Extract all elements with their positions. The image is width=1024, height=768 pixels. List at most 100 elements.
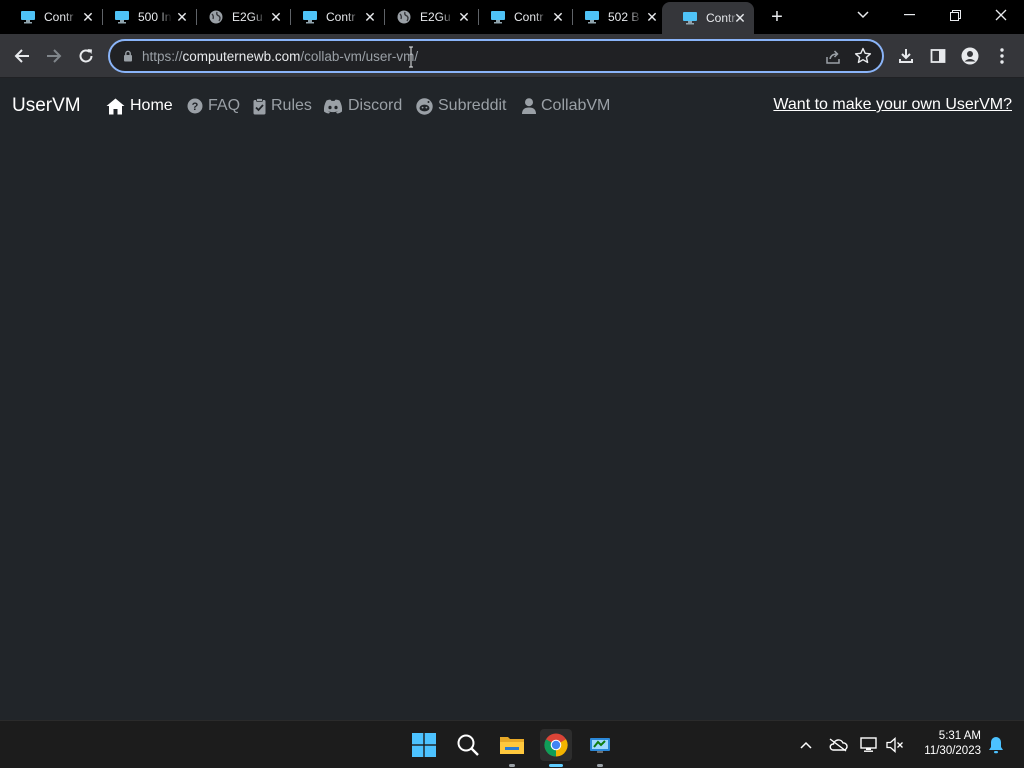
close-tab-icon[interactable]: ✕: [732, 10, 748, 26]
nav-discord[interactable]: Discord: [323, 95, 402, 117]
clock[interactable]: 5:31 AM 11/30/2023: [924, 729, 981, 759]
tab-strip: Contr ✕ 500 In ✕ E2Gu ✕ Contr ✕ E2Gu ✕ C…: [0, 0, 1024, 34]
make-own-uservm-link[interactable]: Want to make your own UserVM?: [773, 96, 1012, 114]
nav-subreddit-label: Subreddit: [438, 97, 507, 114]
browser-tab[interactable]: E2Gu ✕: [188, 0, 291, 34]
onedrive-tray[interactable]: [828, 735, 848, 755]
nav-rules[interactable]: Rules: [253, 95, 312, 117]
browser-tab[interactable]: 500 In ✕: [94, 0, 197, 34]
profile-button[interactable]: [956, 42, 984, 70]
tab-title: Contr: [514, 10, 544, 24]
volume-tray[interactable]: [885, 735, 905, 755]
clock-time: 5:31 AM: [938, 730, 981, 742]
start-button[interactable]: [408, 729, 440, 761]
clipboard-check-icon: [253, 97, 266, 114]
address-bar[interactable]: https://computernewb.com/collab-vm/user-…: [108, 39, 884, 73]
forward-button[interactable]: [40, 42, 68, 70]
chrome-menu-button[interactable]: [988, 42, 1016, 70]
reload-button[interactable]: [72, 42, 100, 70]
globe-icon: [208, 9, 224, 25]
tab-title: E2Gu: [232, 10, 263, 24]
discord-icon: [323, 99, 343, 113]
browser-tab[interactable]: Contr ✕: [282, 0, 385, 34]
user-icon: [522, 98, 536, 114]
file-explorer-icon: [500, 737, 524, 754]
new-tab-button[interactable]: +: [766, 6, 788, 28]
cloud-offline-icon: [829, 738, 848, 752]
tab-title: E2Gu: [420, 10, 451, 24]
vm-app-icon: [590, 738, 610, 753]
tab-title: Contr: [44, 10, 74, 24]
tab-title: 500 In: [138, 10, 172, 24]
page-content: UserVM Home ? FAQ Rules Discord Subreddi…: [0, 78, 1024, 720]
nav-collabvm[interactable]: CollabVM: [522, 95, 610, 117]
text-cursor-icon: [409, 46, 413, 68]
browser-tab[interactable]: Contr ✕: [0, 0, 103, 34]
running-indicator: [597, 764, 603, 767]
svg-text:?: ?: [192, 101, 199, 113]
nav-home[interactable]: Home: [106, 95, 173, 117]
monitor-icon: [20, 9, 36, 25]
globe-icon: [396, 9, 412, 25]
browser-toolbar: https://computernewb.com/collab-vm/user-…: [0, 34, 1024, 78]
download-icon: [899, 49, 913, 63]
browser-tab[interactable]: E2Gu ✕: [376, 0, 479, 34]
taskbar-chrome[interactable]: [540, 729, 572, 767]
url-path: /collab-vm/user-vm/: [300, 49, 419, 64]
windows-taskbar: 5:31 AM 11/30/2023: [0, 720, 1024, 768]
reload-icon: [79, 49, 93, 63]
brand-logo[interactable]: UserVM: [12, 95, 81, 117]
nav-rules-label: Rules: [271, 97, 312, 114]
show-hidden-icons-button[interactable]: [796, 735, 816, 755]
minimize-icon: [903, 14, 915, 16]
speaker-muted-icon: [886, 737, 903, 753]
nav-faq[interactable]: ? FAQ: [187, 95, 240, 117]
network-icon: [860, 737, 877, 752]
close-tab-icon[interactable]: ✕: [644, 9, 660, 25]
share-icon[interactable]: [824, 48, 842, 66]
restore-icon: [949, 9, 961, 21]
lock-icon[interactable]: [122, 50, 134, 62]
taskbar-vm-app[interactable]: [584, 729, 616, 767]
question-circle-icon: ?: [187, 98, 203, 114]
minimize-button[interactable]: [886, 0, 932, 30]
running-indicator: [509, 764, 515, 767]
downloads-button[interactable]: [892, 42, 920, 70]
close-icon: [995, 9, 1007, 21]
bookmark-star-icon[interactable]: [854, 47, 872, 65]
nav-subreddit[interactable]: Subreddit: [416, 95, 507, 117]
browser-tab[interactable]: Contr ✕: [470, 0, 573, 34]
nav-collabvm-label: CollabVM: [541, 97, 611, 114]
windows-start-icon: [412, 733, 436, 757]
monitor-icon: [302, 9, 318, 25]
bell-icon: [989, 737, 1003, 754]
browser-tab-active[interactable]: Contr ✕: [662, 2, 754, 34]
arrow-left-icon: [14, 49, 29, 63]
chrome-icon: [544, 733, 568, 757]
network-tray[interactable]: [859, 735, 879, 755]
side-panel-button[interactable]: [924, 42, 952, 70]
url-text[interactable]: https://computernewb.com/collab-vm/user-…: [142, 49, 418, 64]
taskbar-search-button[interactable]: [452, 729, 484, 761]
reddit-icon: [416, 97, 433, 115]
tab-title: Contr: [326, 10, 356, 24]
profile-icon: [961, 47, 979, 65]
taskbar-file-explorer[interactable]: [496, 729, 528, 767]
close-window-button[interactable]: [978, 0, 1024, 30]
nav-home-label: Home: [130, 97, 173, 114]
active-indicator: [549, 764, 563, 767]
home-icon: [106, 98, 125, 114]
tab-title: 502 B: [608, 10, 640, 24]
back-button[interactable]: [8, 42, 36, 70]
tab-search-button[interactable]: [840, 0, 886, 30]
restore-button[interactable]: [932, 0, 978, 30]
side-panel-icon: [930, 49, 946, 63]
nav-discord-label: Discord: [348, 97, 403, 114]
clock-date: 11/30/2023: [924, 745, 981, 757]
notifications-button[interactable]: [986, 735, 1006, 755]
browser-tab[interactable]: 502 B ✕: [564, 0, 666, 34]
kebab-menu-icon: [1000, 48, 1004, 64]
chevron-up-icon: [800, 741, 812, 749]
url-scheme: https://: [142, 49, 183, 64]
nav-faq-label: FAQ: [208, 97, 241, 114]
